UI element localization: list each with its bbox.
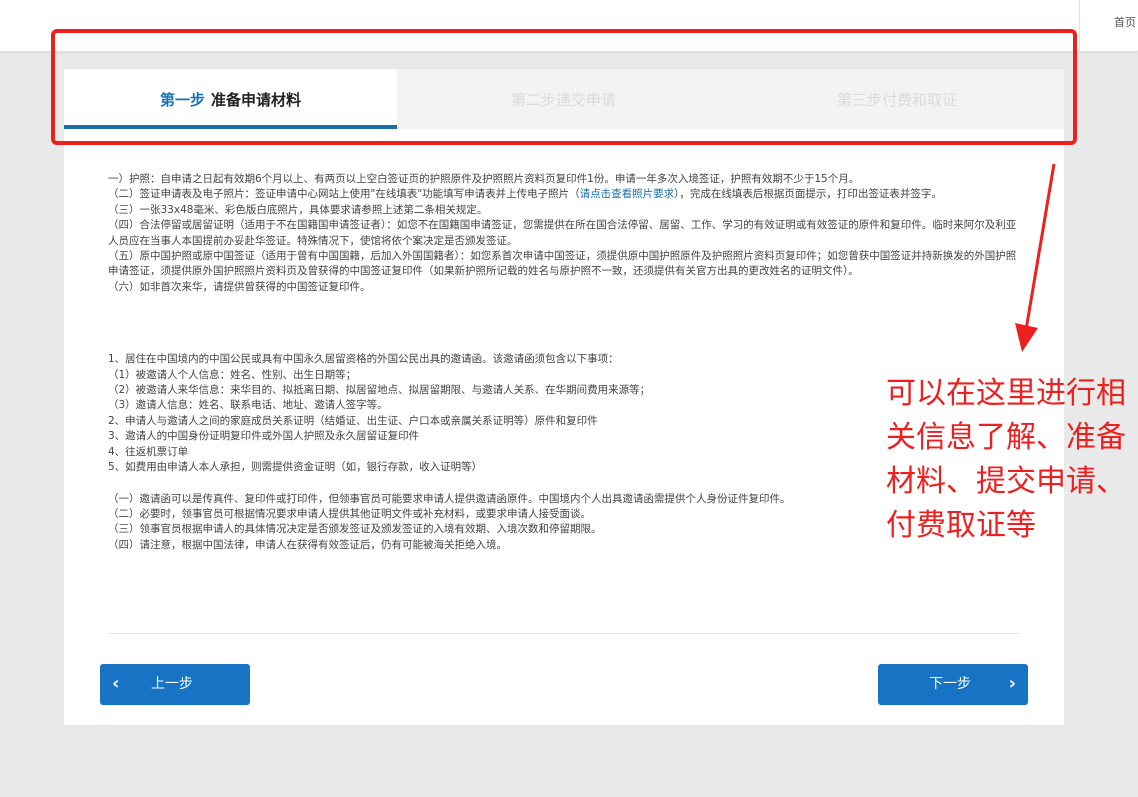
requirements-content: 一）护照：自申请之日起有效期6个月以上、有两页以上空白签证页的护照原件及护照照片… — [108, 172, 1022, 553]
invitation-item: （1）被邀请人个人信息：姓名、性别、出生日期等； — [108, 368, 357, 381]
requirement-item: （五）原中国护照或原中国签证（适用于曾有中国国籍，后加入外国国籍者）：如您系首次… — [108, 250, 1017, 278]
previous-step-button[interactable]: ‹ 上一步 — [100, 664, 250, 705]
step-2-label: 第二步递交申请 — [510, 90, 616, 109]
top-navigation-bar: 首页 — [0, 0, 1138, 52]
note-item: （二）必要时，领事官员可根据情况要求申请人提供其他证明文件或补充材料，或要求申请… — [108, 507, 591, 520]
tab-step-3[interactable]: 第三步付费和取证 — [730, 69, 1064, 129]
topbar-divider — [1079, 0, 1080, 52]
annotation-text: 可以在这里进行相关信息了解、准备材料、提交申请、付费取证等 — [886, 376, 1126, 543]
step-3-label: 第三步付费和取证 — [836, 90, 957, 109]
invitation-item: （2）被邀请人来华信息：来华目的、拟抵离日期、拟居留地点、拟居留期限、与邀请人关… — [108, 384, 651, 397]
active-step-indicator — [64, 125, 397, 129]
photo-requirements-link[interactable]: 请点击查看照片要求 — [580, 188, 675, 200]
step-1-number: 第一步 — [159, 90, 205, 109]
chevron-right-icon: › — [1008, 673, 1016, 694]
invitation-item: 3、邀请人的中国身份证明复印件或外国人护照及永久居留证复印件 — [108, 430, 420, 443]
next-step-button[interactable]: 下一步 › — [878, 664, 1028, 705]
note-item: （一）邀请函可以是传真件、复印件或打印件，但领事官员可能要求申请人提供邀请函原件… — [108, 492, 791, 505]
step-1-label: 准备申请材料 — [211, 90, 302, 109]
next-step-label: 下一步 — [929, 676, 971, 692]
requirement-item: 一）护照：自申请之日起有效期6个月以上、有两页以上空白签证页的护照原件及护照照片… — [108, 173, 860, 185]
tab-step-1[interactable]: 第一步 准备申请材料 — [64, 69, 397, 129]
requirement-item: （六）如非首次来华，请提供曾获得的中国签证复印件。 — [108, 280, 371, 293]
invitation-item: 5、如费用由申请人本人承担，则需提供资金证明（如，银行存款，收入证明等） — [108, 461, 483, 474]
previous-step-label: 上一步 — [151, 676, 193, 692]
tab-step-2[interactable]: 第二步递交申请 — [397, 69, 730, 129]
requirement-item: （四）合法停留或居留证明（适用于不在国籍国申请签证者）：如您不在国籍国申请签证，… — [108, 219, 1017, 247]
invitation-item: 1、居住在中国境内的中国公民或具有中国永久居留资格的外国公民出具的邀请函。该邀请… — [108, 353, 619, 366]
note-item: （四）请注意，根据中国法律，申请人在获得有效签证后，仍有可能被海关拒绝入境。 — [108, 538, 507, 551]
note-item: （三）领事官员根据申请人的具体情况决定是否颁发签证及颁发签证的入境有效期、入境次… — [108, 523, 602, 536]
content-divider — [108, 633, 1020, 634]
home-link[interactable]: 首页 — [1114, 14, 1136, 30]
annotation-arrow — [1015, 163, 1056, 352]
invitation-item: 2、申请人与邀请人之间的家庭成员关系证明（结婚证、出生证、户口本或亲属关系证明等… — [108, 414, 598, 427]
requirement-item: （二）签证申请表及电子照片：签证申请中心网站上使用"在线填表"功能填写申请表并上… — [108, 188, 942, 201]
invitation-item: （3）邀请人信息：姓名、联系电话、地址、邀请人签字等。 — [108, 399, 388, 412]
step-tabs: 第一步 准备申请材料 第二步递交申请 第三步付费和取证 — [64, 69, 1064, 129]
requirement-item: （三）一张33x48毫米、彩色版白底照片，具体要求请参照上述第二条相关规定。 — [108, 203, 488, 216]
invitation-item: 4、往返机票订单 — [108, 445, 189, 458]
chevron-left-icon: ‹ — [112, 673, 120, 694]
